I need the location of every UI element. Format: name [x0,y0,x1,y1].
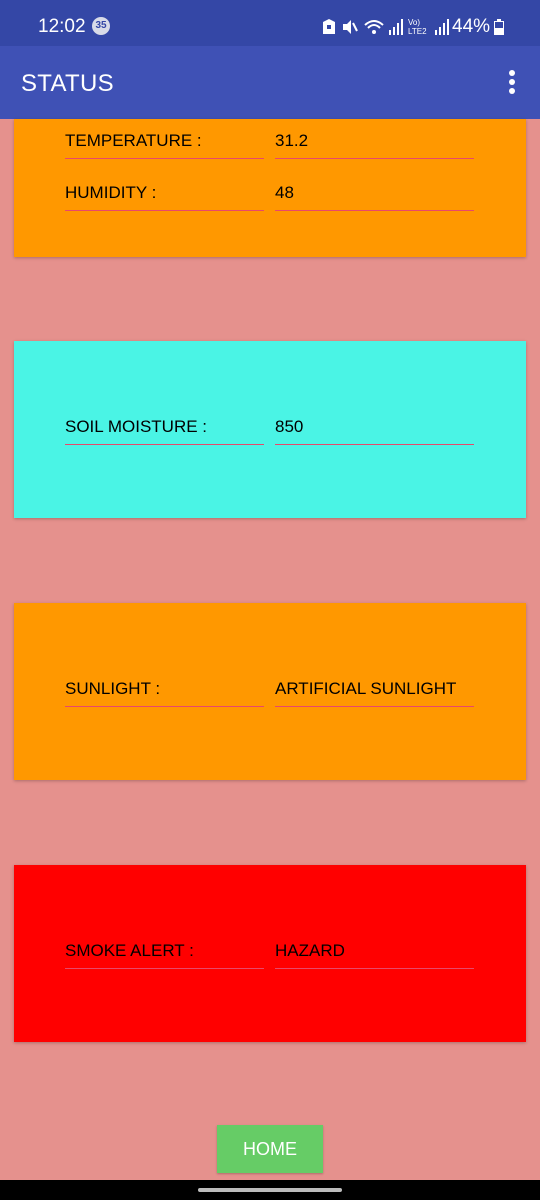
battery-icon [494,19,504,40]
navigation-bar [0,1180,540,1200]
soil-moisture-card: SOIL MOISTURE : 850 [14,341,526,518]
sunlight-label: SUNLIGHT : [65,677,264,707]
smoke-alert-label: SMOKE ALERT : [65,939,264,969]
signal-2-icon [435,19,449,35]
smoke-alert-card: SMOKE ALERT : HAZARD [14,865,526,1042]
notification-count-badge: 35 [92,17,110,35]
soil-moisture-value: 850 [275,415,474,445]
home-button[interactable]: HOME [217,1125,323,1173]
system-icons: Vo) LTE2 [322,16,449,38]
sunlight-value: ARTIFICIAL SUNLIGHT [275,677,474,707]
humidity-value: 48 [275,181,474,211]
home-gesture-handle[interactable] [198,1188,342,1192]
page-title: STATUS [21,70,114,97]
temperature-value: 31.2 [275,129,474,159]
humidity-label: HUMIDITY : [65,181,264,211]
more-vert-icon[interactable] [500,68,524,98]
wifi-icon [364,19,384,35]
environment-card: TEMPERATURE : 31.2 HUMIDITY : 48 [14,119,526,257]
network-label: Vo) LTE2 [408,18,427,36]
status-time: 12:02 [38,16,86,37]
sunlight-card: SUNLIGHT : ARTIFICIAL SUNLIGHT [14,603,526,780]
soil-moisture-label: SOIL MOISTURE : [65,415,264,445]
smoke-alert-value: HAZARD [275,939,474,969]
status-bar: 12:02 35 Vo) LTE2 44% [0,0,540,46]
mute-icon [341,19,359,35]
battery-percentage: 44% [452,16,491,37]
app-bar: STATUS [0,46,540,119]
signal-icon [389,19,403,35]
temperature-label: TEMPERATURE : [65,129,264,159]
security-icon [322,19,336,35]
